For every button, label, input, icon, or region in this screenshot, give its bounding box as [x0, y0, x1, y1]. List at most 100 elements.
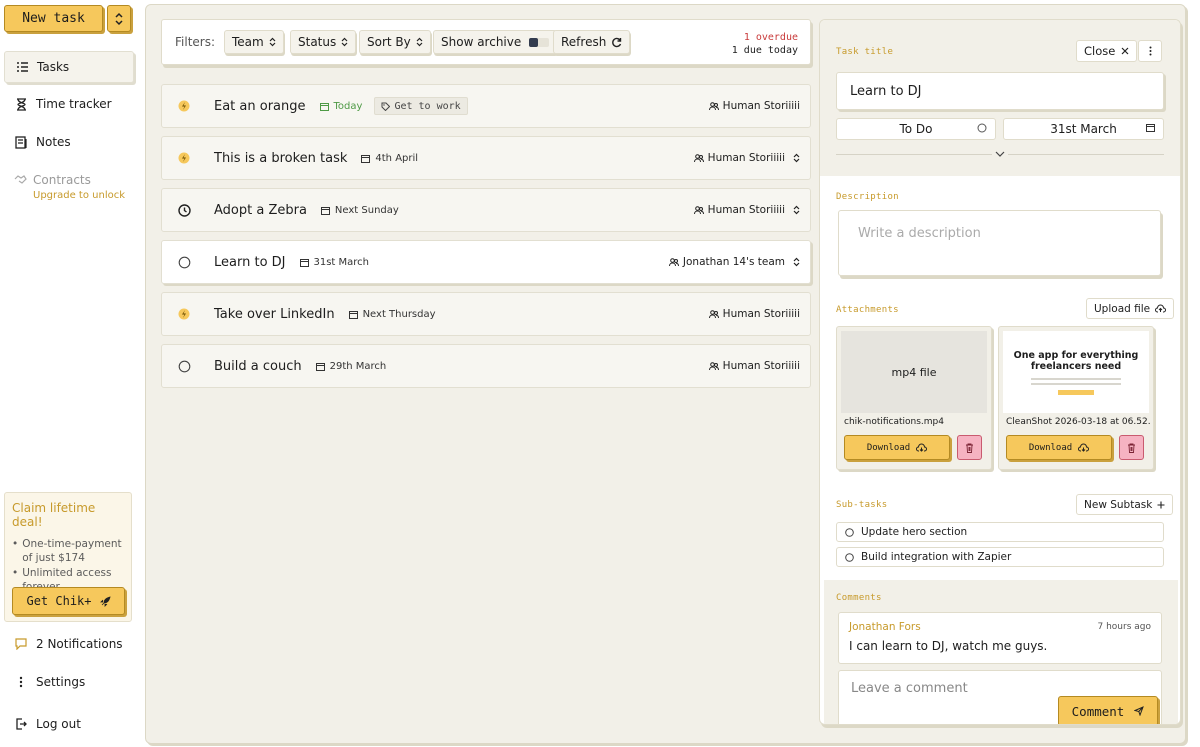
upload-file-button[interactable]: Upload file — [1086, 298, 1175, 319]
contracts-text: Contracts Upgrade to unlock — [33, 173, 125, 201]
attachment-filename: chik-notifications.mp4 — [844, 417, 944, 427]
sidebar-item-logout[interactable]: Log out — [4, 708, 134, 740]
team-icon — [693, 153, 704, 162]
subtask-item[interactable]: Update hero section — [836, 522, 1164, 542]
refresh-icon — [612, 37, 622, 47]
sidebar-item-notifications[interactable]: 2 Notifications — [4, 628, 134, 660]
attachment-preview[interactable]: mp4 file — [841, 331, 987, 413]
new-subtask-button[interactable]: New Subtask — [1076, 494, 1174, 515]
sort-by-label: Sort By — [367, 35, 411, 49]
task-title-input[interactable]: Learn to DJ — [836, 72, 1164, 110]
due-date-select[interactable]: 31st March — [1003, 118, 1164, 140]
toggle-switch[interactable] — [529, 37, 550, 47]
sort-by-filter[interactable]: Sort By — [359, 30, 431, 54]
upgrade-link[interactable]: Upgrade to unlock — [33, 190, 125, 201]
in-progress-status-icon[interactable] — [162, 152, 206, 164]
comment-text: I can learn to DJ, watch me guys. — [849, 639, 1048, 653]
sidebar-item-settings[interactable]: Settings — [4, 666, 134, 698]
subtask-label: Update hero section — [861, 526, 968, 538]
attachment-preview[interactable]: One app for everything freelancers need — [1003, 331, 1149, 413]
task-title: Eat an orange — [214, 98, 306, 114]
status-select-value: To Do — [899, 122, 933, 136]
circle-icon[interactable] — [845, 527, 854, 537]
in-progress-status-icon[interactable] — [162, 308, 206, 320]
status-filter[interactable]: Status — [290, 30, 357, 54]
chevron-up-down-icon[interactable] — [793, 153, 800, 163]
task-row[interactable]: Eat an orange Today Get to work Human St… — [161, 84, 811, 128]
sidebar-item-time-tracker[interactable]: Time tracker — [4, 88, 134, 120]
contracts-label: Contracts — [33, 173, 91, 187]
task-due-date: Next Sunday — [320, 205, 399, 216]
download-button[interactable]: Download — [844, 435, 950, 460]
close-label: Close — [1084, 44, 1116, 58]
due-today-count: 1 due today — [731, 45, 798, 56]
sidebar-item-tasks[interactable]: Tasks — [4, 51, 134, 83]
delete-attachment-button[interactable] — [1119, 435, 1144, 460]
sidebar-item-notes[interactable]: Notes — [4, 126, 134, 158]
preview-lines — [1031, 377, 1121, 388]
chevron-up-down-icon[interactable] — [793, 257, 800, 267]
get-chik-plus-label: Get Chik+ — [26, 594, 92, 608]
upload-file-label: Upload file — [1094, 302, 1151, 315]
preview-headline: One app for everything freelancers need — [1013, 349, 1139, 372]
sidebar-item-label: 2 Notifications — [36, 637, 123, 651]
task-due-date: 4th April — [361, 153, 418, 164]
main-area: Filters: Team Status Sort By Show archiv… — [145, 4, 1186, 744]
preview-button — [1058, 389, 1094, 395]
todo-status-icon[interactable] — [162, 256, 206, 269]
due-summary: 1 overdue 1 due today — [732, 31, 798, 57]
team-icon — [708, 309, 719, 318]
task-row[interactable]: This is a broken task 4th April Human St… — [161, 136, 811, 180]
subtask-item[interactable]: Build integration with Zapier — [836, 547, 1164, 567]
sidebar-item-contracts[interactable]: Contracts Upgrade to unlock — [14, 173, 125, 201]
description-label: Description — [836, 192, 899, 202]
delete-attachment-button[interactable] — [957, 435, 982, 460]
new-subtask-label: New Subtask — [1084, 498, 1153, 511]
circle-icon — [977, 123, 987, 133]
show-archive-toggle[interactable]: Show archive — [433, 30, 558, 54]
get-chik-plus-button[interactable]: Get Chik+ — [12, 587, 125, 615]
close-icon — [1121, 47, 1129, 55]
new-task-options-button[interactable] — [107, 5, 131, 32]
download-button[interactable]: Download — [1006, 435, 1112, 460]
comment-author[interactable]: Jonathan Fors — [849, 621, 921, 633]
new-task-group: New task — [4, 5, 131, 32]
task-title: Build a couch — [214, 358, 302, 374]
more-options-button[interactable] — [1138, 40, 1162, 62]
calendar-icon — [1146, 124, 1155, 132]
in-progress-status-icon[interactable] — [162, 100, 206, 112]
handshake-icon — [14, 173, 27, 201]
calendar-icon — [299, 258, 309, 267]
chevron-up-down-icon[interactable] — [793, 205, 800, 215]
tasks-list-icon — [15, 60, 29, 74]
team-filter[interactable]: Team — [224, 30, 284, 54]
status-select[interactable]: To Do — [836, 118, 996, 140]
chevron-down-icon[interactable] — [992, 147, 1008, 161]
team-filter-label: Team — [232, 35, 264, 49]
close-button[interactable]: Close — [1076, 40, 1138, 62]
comment-submit-button[interactable]: Comment — [1058, 696, 1158, 724]
rocket-icon — [99, 595, 111, 607]
description-input[interactable]: Write a description — [838, 210, 1161, 276]
cloud-download-icon — [1078, 443, 1090, 452]
task-team: Human Storiiiii — [708, 360, 800, 372]
circle-icon[interactable] — [845, 552, 854, 562]
todo-status-icon[interactable] — [162, 360, 206, 373]
team-icon — [708, 101, 719, 110]
task-tag[interactable]: Get to work — [374, 97, 468, 115]
trash-icon — [966, 443, 973, 453]
status-filter-label: Status — [298, 35, 337, 49]
task-row[interactable]: Take over LinkedIn Next Thursday Human S… — [161, 292, 811, 336]
task-row[interactable]: Build a couch 29th March Human Storiiiii — [161, 344, 811, 388]
send-icon — [1134, 706, 1145, 716]
clock-status-icon[interactable] — [162, 203, 206, 217]
task-row-selected[interactable]: Learn to DJ 31st March Jonathan 14's tea… — [161, 240, 811, 284]
refresh-button[interactable]: Refresh — [553, 30, 631, 54]
task-due-date: 31st March — [299, 257, 369, 268]
sidebar-item-label: Settings — [36, 675, 86, 689]
task-detail-panel: Task title Close Learn to DJ To Do 31st … — [819, 19, 1181, 725]
logout-icon — [14, 717, 28, 731]
calendar-icon — [320, 206, 330, 215]
new-task-button[interactable]: New task — [4, 5, 103, 32]
task-row[interactable]: Adopt a Zebra Next Sunday Human Storiiii… — [161, 188, 811, 232]
